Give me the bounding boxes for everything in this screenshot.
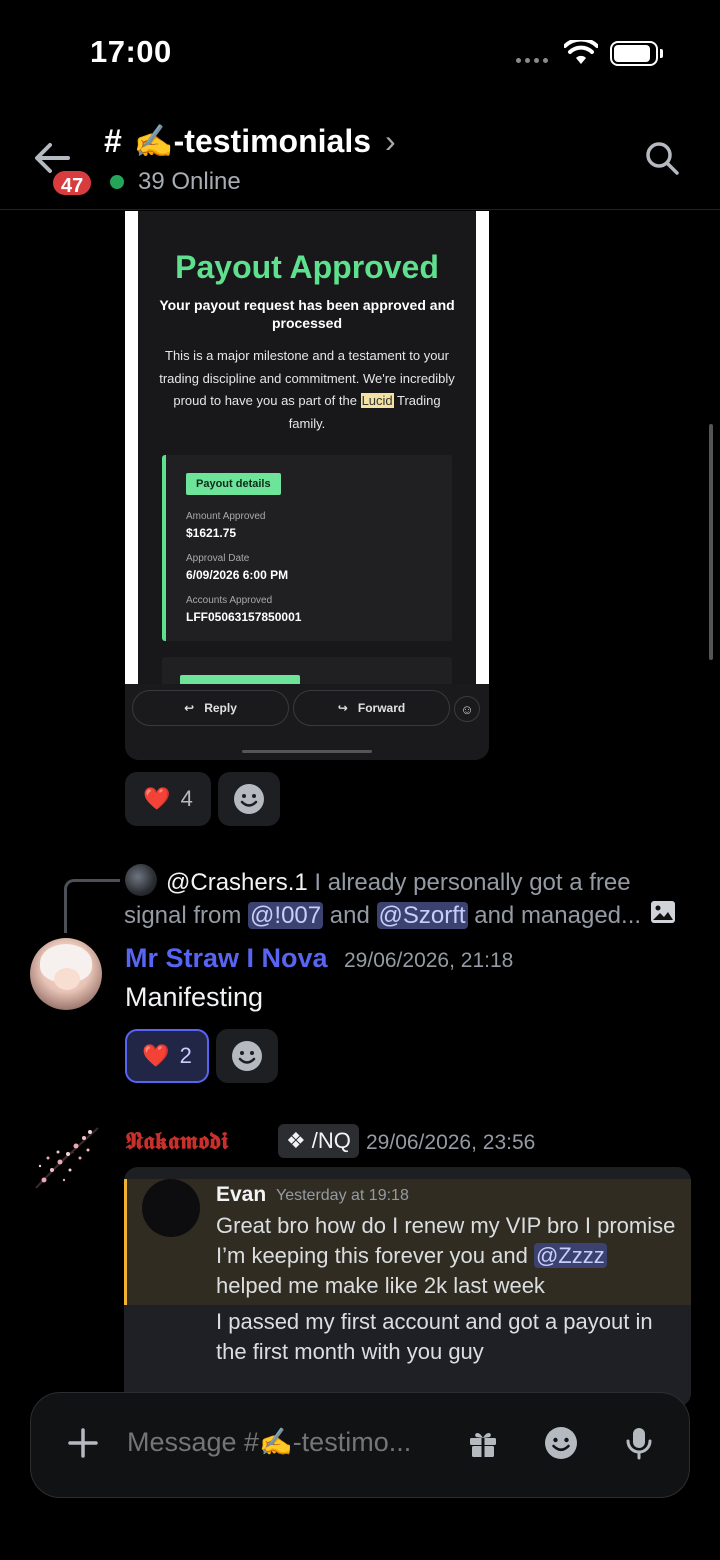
- image-icon: [651, 901, 675, 923]
- battery-cap: [660, 49, 663, 58]
- heart-emoji: ❤️: [143, 786, 171, 811]
- wifi-icon: [564, 40, 598, 64]
- message-input[interactable]: [127, 1427, 447, 1458]
- amount-label: Amount Approved: [186, 511, 266, 522]
- search-icon[interactable]: [642, 138, 682, 178]
- add-emoji-icon: [232, 1041, 262, 1071]
- battery-icon: [610, 41, 658, 66]
- channel-hash-icon: #: [104, 122, 122, 159]
- reply-username[interactable]: @Crashers.1: [166, 869, 308, 896]
- emoji-icon: ☺: [454, 696, 480, 722]
- forwarded-author[interactable]: Evan: [216, 1183, 266, 1207]
- mention[interactable]: @Szorft: [376, 902, 468, 929]
- reaction-count: 4: [180, 786, 193, 811]
- online-dot-icon: [110, 175, 124, 189]
- microphone-icon: [626, 1428, 652, 1460]
- message-timestamp: 29/06/2026, 23:56: [366, 1131, 536, 1154]
- plus-icon[interactable]: [67, 1427, 99, 1459]
- reply-arrow-icon: ↩: [184, 701, 195, 715]
- date-label: Approval Date: [186, 553, 250, 564]
- emoji-button[interactable]: [541, 1423, 581, 1463]
- gift-icon: [470, 1432, 496, 1457]
- highlight-lucid: Lucid: [360, 393, 394, 408]
- avatar[interactable]: [142, 1179, 200, 1237]
- reply-button: ↩ Reply: [132, 690, 289, 726]
- email-actions: ↩ Reply ↪ Forward ☺: [125, 684, 489, 760]
- reply-preview[interactable]: @Crashers.1 I already personally got a f…: [124, 866, 654, 932]
- payout-details-pill: Payout details: [186, 473, 281, 495]
- reaction-count: 2: [179, 1043, 192, 1068]
- message-timestamp: 29/06/2026, 21:18: [344, 949, 514, 972]
- forward-arrow-icon: ↪: [337, 701, 348, 715]
- scrollbar[interactable]: [709, 424, 713, 660]
- channel-header: 47 # ✍️-testimonials › 39 Online: [0, 108, 720, 210]
- forwarded-text: Great bro how do I renew my VIP bro I pr…: [216, 1213, 676, 1298]
- message-author[interactable]: 𝕹𝖆𝖐𝖆𝖒𝖔𝖉𝖎: [125, 1126, 228, 1155]
- role-tag[interactable]: ❖ /NQ: [278, 1124, 359, 1158]
- reaction-heart-active[interactable]: ❤️ 2: [125, 1029, 209, 1083]
- chevron-right-icon: ›: [385, 122, 396, 159]
- channel-name: ✍️-testimonials: [133, 123, 372, 159]
- gift-button[interactable]: [463, 1423, 503, 1463]
- cellular-signal-icon: [516, 58, 548, 63]
- add-emoji-icon: [234, 784, 264, 814]
- channel-title[interactable]: # ✍️-testimonials ›: [104, 122, 396, 160]
- tag-icon: ❖: [286, 1128, 306, 1153]
- accounts-label: Accounts Approved: [186, 595, 273, 606]
- voice-button[interactable]: [619, 1423, 659, 1463]
- payout-details-card: Payout details Amount Approved $1621.75 …: [162, 455, 452, 641]
- status-bar: 17:00: [0, 0, 720, 100]
- online-count: 39 Online: [138, 168, 241, 195]
- mention[interactable]: @Zzzz: [533, 1243, 607, 1268]
- heart-emoji: ❤️: [142, 1043, 170, 1068]
- tag-label: /NQ: [311, 1128, 351, 1153]
- payout-subtitle: Your payout request has been approved an…: [159, 297, 455, 331]
- message-composer: [30, 1392, 690, 1498]
- avatar[interactable]: [30, 938, 102, 1010]
- forwarded-continuation-text: I passed my first account and got a payo…: [216, 1309, 653, 1364]
- attachment-image[interactable]: Payout Approved Your payout request has …: [125, 211, 489, 760]
- forward-button: ↪ Forward: [293, 690, 450, 726]
- forwarded-time: Yesterday at 19:18: [276, 1187, 409, 1204]
- email-body: Payout Approved Your payout request has …: [138, 211, 476, 697]
- add-reaction-button[interactable]: [218, 772, 280, 826]
- payout-title: Payout Approved: [175, 249, 439, 285]
- accounts-value: LFF05063157850001: [186, 610, 302, 624]
- emoji-icon: [545, 1427, 577, 1459]
- message-content: Manifesting: [125, 982, 264, 1012]
- unread-badge: 47: [50, 168, 95, 198]
- forwarded-message[interactable]: Evan Yesterday at 19:18 Great bro how do…: [124, 1167, 691, 1407]
- message-author[interactable]: Mr Straw I Nova: [125, 943, 328, 974]
- date-value: 6/09/2026 6:00 PM: [186, 568, 289, 582]
- online-status: 39 Online: [110, 168, 241, 196]
- payout-body: This is a major milestone and a testamen…: [159, 348, 455, 431]
- amount-value: $1621.75: [186, 526, 237, 540]
- add-reaction-button[interactable]: [216, 1029, 278, 1083]
- status-time: 17:00: [90, 34, 172, 69]
- mention[interactable]: @!007: [248, 902, 324, 929]
- reaction-heart[interactable]: ❤️ 4: [125, 772, 211, 826]
- home-indicator: [242, 750, 372, 753]
- avatar[interactable]: [30, 1122, 102, 1194]
- reply-connector: [64, 879, 120, 933]
